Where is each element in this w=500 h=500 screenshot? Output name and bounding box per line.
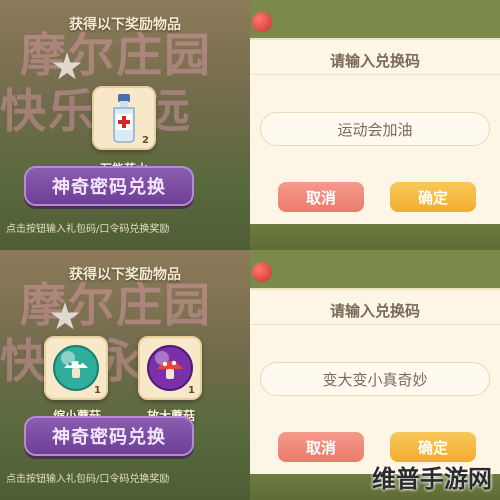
divider	[250, 324, 500, 325]
confirm-button[interactable]: 确定	[390, 432, 476, 462]
item-count: 1	[188, 385, 195, 396]
redeem-hint: 点击按钮输入礼包码/口令码兑换奖励	[6, 224, 170, 235]
reward-title: 获得以下奖励物品	[69, 17, 181, 33]
reward-title: 获得以下奖励物品	[69, 267, 181, 283]
dialog-title: 请输入兑换码	[329, 52, 420, 70]
site-watermark: 维普手游网	[372, 465, 492, 493]
red-ball-icon	[252, 262, 272, 282]
cancel-button[interactable]: 取消	[278, 182, 364, 212]
redeem-code-button[interactable]: 神奇密码兑换	[24, 416, 194, 456]
background-title-line-1: 摩尔庄园	[20, 278, 212, 332]
reward-item-card[interactable]: 2	[92, 86, 156, 150]
redeem-dialog: 请输入兑换码 取消 确定	[250, 38, 500, 224]
reward-panel-potion: 摩尔庄园 快乐永远 获得以下奖励物品 2 万能药水 神奇密码兑换 点击按钮输入礼…	[0, 0, 250, 250]
background-title-line-1: 摩尔庄园	[20, 28, 212, 82]
reward-background: 摩尔庄园 快乐永远	[0, 250, 250, 500]
item-count: 2	[142, 135, 149, 146]
redeem-code-input[interactable]	[260, 362, 490, 396]
cancel-button[interactable]: 取消	[278, 432, 364, 462]
dialog-footer	[250, 224, 500, 250]
reward-item-card[interactable]: 1	[138, 336, 202, 400]
item-count: 1	[94, 385, 101, 396]
dialog-title: 请输入兑换码	[329, 302, 420, 320]
reward-panel-mushrooms: 摩尔庄园 快乐永远 获得以下奖励物品 1 缩小蘑菇 1 放大蘑菇 神奇密码兑换 …	[0, 250, 250, 500]
reward-item-card[interactable]: 1	[44, 336, 108, 400]
redeem-dialog-1: 请输入兑换码 取消 确定	[250, 0, 500, 250]
red-ball-icon	[252, 12, 272, 32]
redeem-hint: 点击按钮输入礼包码/口令码兑换奖励	[6, 474, 170, 485]
confirm-button[interactable]: 确定	[390, 182, 476, 212]
redeem-dialog: 请输入兑换码 取消 确定	[250, 288, 500, 474]
redeem-code-input[interactable]	[260, 112, 490, 146]
redeem-code-button[interactable]: 神奇密码兑换	[24, 166, 194, 206]
divider	[250, 74, 500, 75]
